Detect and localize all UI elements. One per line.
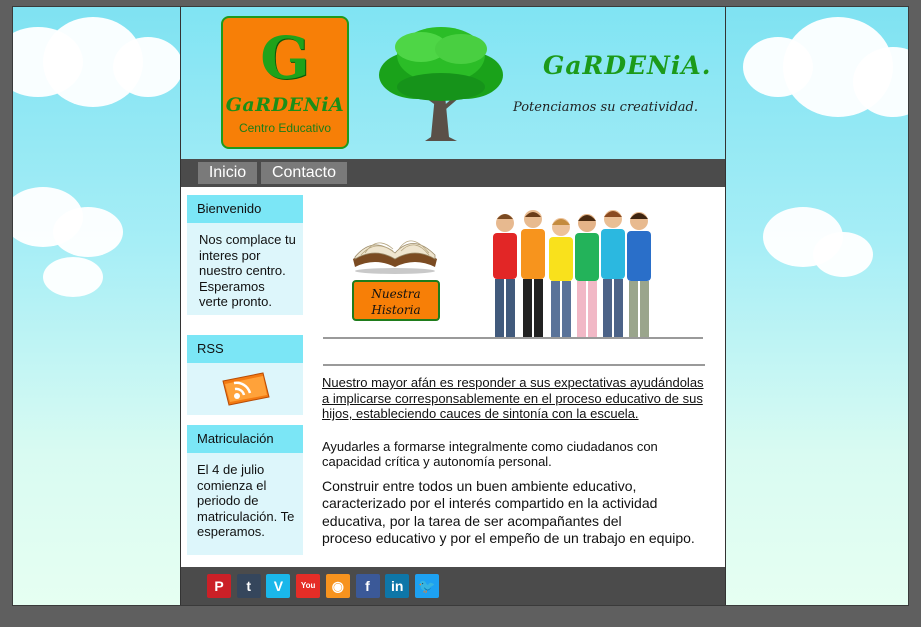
enrollment-text: El 4 de julio comienza el periodo de mat… [197, 462, 295, 539]
welcome-box: Bienvenido Nos complace tu interes por n… [187, 195, 303, 315]
cloud-decoration [813, 232, 873, 277]
cloud-decoration [113, 37, 183, 97]
divider [323, 337, 703, 339]
welcome-title: Bienvenido [187, 195, 303, 223]
main-content: Nuestro mayor afán es responder a sus ex… [322, 375, 712, 548]
browser-viewport: G GaRDENiA Centro Educativo GaRDENiA. Po… [12, 6, 909, 606]
site-logo[interactable]: G GaRDENiA Centro Educativo [221, 16, 349, 149]
tree-icon [379, 27, 503, 141]
rss-title: RSS [187, 335, 303, 363]
cloud-decoration [43, 257, 103, 297]
site-tagline: Potenciamos su creatividad. [513, 100, 699, 115]
cloud-decoration [53, 207, 123, 257]
youtube-icon[interactable]: You [296, 574, 321, 598]
logo-name: GaRDENiA [225, 94, 345, 116]
logo-subtitle: Centro Educativo [238, 121, 332, 135]
linkedin-icon[interactable]: in [385, 574, 410, 598]
rss-box: RSS [187, 335, 303, 415]
facebook-icon[interactable]: f [355, 574, 380, 598]
open-book-icon [353, 240, 437, 274]
site-header: G GaRDENiA Centro Educativo GaRDENiA. Po… [181, 7, 725, 159]
rss-feed-icon[interactable] [219, 371, 271, 407]
twitter-icon[interactable]: 🐦 [414, 574, 439, 598]
content-paragraph-1[interactable]: Nuestro mayor afán es responder a sus ex… [322, 375, 712, 422]
enrollment-box: Matriculación El 4 de julio comienza el … [187, 425, 303, 555]
site-title: GaRDENiA. [543, 51, 712, 80]
vimeo-icon[interactable]: V [266, 574, 291, 598]
site-footer: Pt V You ◉ f in 🐦 [181, 567, 725, 605]
rss-icon[interactable]: ◉ [325, 574, 350, 598]
logo-letter: G [260, 24, 310, 92]
nav-item-contacto[interactable]: Contacto [261, 162, 347, 184]
content-paragraph-2: Ayudarles a formarse integralmente como … [322, 438, 658, 470]
divider [323, 364, 705, 366]
enrollment-title: Matriculación [187, 425, 303, 453]
children-group-photo [493, 210, 651, 339]
nav-item-inicio[interactable]: Inicio [198, 162, 257, 184]
main-nav: Inicio Contacto [181, 159, 725, 187]
tumblr-icon[interactable]: t [236, 574, 261, 598]
welcome-text: Nos complace tu interes por nuestro cent… [199, 232, 296, 309]
content-paragraph-3: Construir entre todos un buen ambiente e… [322, 477, 695, 547]
page-container: G GaRDENiA Centro Educativo GaRDENiA. Po… [180, 7, 726, 605]
history-button[interactable]: Nuestra Historia [352, 280, 440, 321]
pinterest-icon[interactable]: P [207, 574, 231, 598]
